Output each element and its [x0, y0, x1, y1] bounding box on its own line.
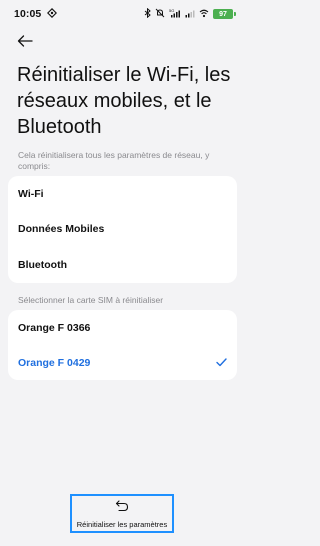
sim-section-label: Sélectionner la carte SIM à réinitialise… [18, 295, 164, 305]
back-button[interactable] [14, 34, 36, 52]
sim-options-card: Orange F 0366 Orange F 0429 [8, 310, 237, 380]
list-item-mobile-data: Données Mobiles [8, 212, 237, 248]
arrow-left-icon [17, 34, 33, 52]
sim-option-label: Orange F 0366 [18, 321, 91, 334]
status-time: 10:05 [14, 8, 42, 20]
network-type-label: 5G [169, 8, 174, 13]
checkmark-icon [216, 356, 227, 370]
signal-icon: 5G [169, 8, 181, 21]
page-title: Réinitialiser le Wi-Fi, les réseaux mobi… [17, 64, 231, 138]
list-item-label: Données Mobiles [18, 223, 105, 236]
vpn-icon [47, 7, 58, 21]
status-bar: 10:05 5G 97 [0, 0, 245, 28]
list-item-bluetooth: Bluetooth [8, 247, 237, 283]
mute-icon [155, 8, 165, 21]
reset-settings-button[interactable]: Réinitialiser les paramètres [70, 494, 174, 533]
battery-icon: 97 [213, 9, 236, 19]
status-left: 10:05 [14, 7, 58, 21]
list-item-wifi: Wi-Fi [8, 176, 237, 212]
bluetooth-icon [144, 7, 151, 21]
status-right: 5G 97 [144, 7, 236, 21]
sim-option-0429[interactable]: Orange F 0429 [8, 345, 237, 380]
network-items-card: Wi-Fi Données Mobiles Bluetooth [8, 176, 237, 283]
wifi-icon [199, 8, 209, 21]
list-item-label: Bluetooth [18, 258, 67, 271]
network-reset-description: Cela réinitialisera tous les paramètres … [18, 150, 210, 171]
list-item-label: Wi-Fi [18, 187, 44, 200]
reset-settings-label: Réinitialiser les paramètres [76, 519, 168, 529]
undo-icon [115, 499, 129, 517]
sim-option-label: Orange F 0429 [18, 356, 91, 369]
sim-option-0366[interactable]: Orange F 0366 [8, 310, 237, 345]
signal-icon [185, 8, 195, 21]
